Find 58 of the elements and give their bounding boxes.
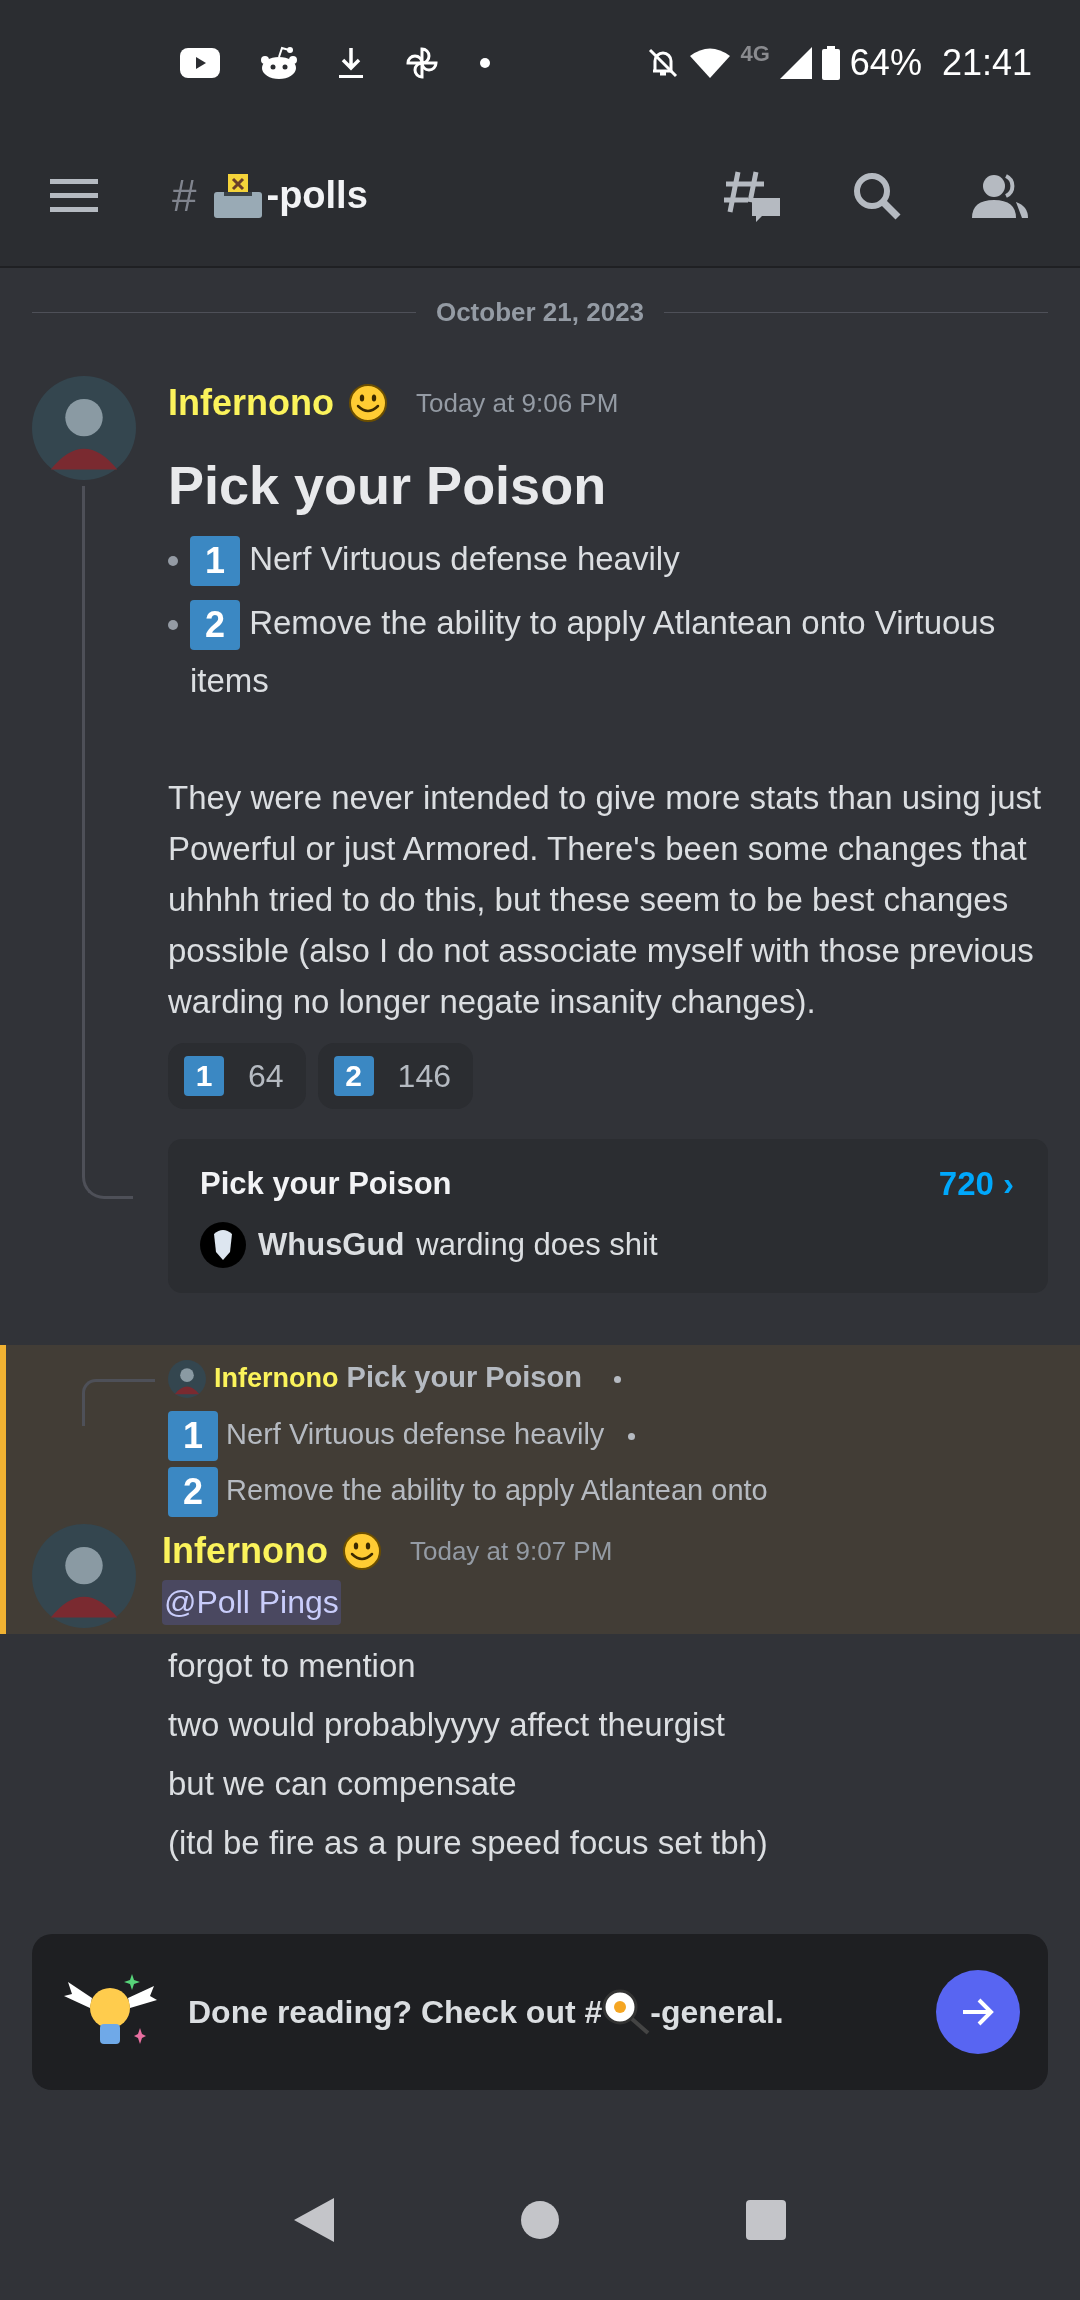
thread-message-count[interactable]: 720 › [938, 1165, 1014, 1203]
menu-icon[interactable] [50, 178, 98, 213]
network-type: 4G [740, 40, 770, 67]
avatar-icon [200, 1222, 246, 1268]
battery-icon [821, 45, 840, 80]
role-mention[interactable]: @Poll Pings [162, 1580, 341, 1625]
clock-time: 21:41 [941, 41, 1032, 84]
channel-name: -polls [266, 174, 368, 217]
bullet-icon [628, 1432, 636, 1440]
prompt-text: -general. [650, 1993, 784, 2031]
bullet-icon [613, 1375, 621, 1383]
poll-option: 1 Nerf Virtuous defense heavily [190, 530, 680, 588]
timestamp: Today at 9:06 PM [416, 387, 619, 419]
smiley-emoji-icon [342, 1531, 382, 1571]
reply-author[interactable]: Infernono [214, 1363, 339, 1393]
bullet-icon [168, 620, 178, 630]
home-icon[interactable] [521, 2201, 559, 2239]
arrow-right-icon [961, 1997, 995, 2027]
ballot-box-icon [214, 173, 263, 218]
prompt-text: Done reading? Check out # [188, 1993, 603, 2031]
search-icon[interactable] [852, 170, 902, 221]
author-name[interactable]: Infernono [162, 1530, 328, 1572]
dot-icon [480, 57, 490, 68]
smiley-emoji-icon [348, 383, 388, 423]
reply-title: Pick your Poison [346, 1361, 582, 1393]
reaction-chip[interactable]: 1 64 [168, 1043, 306, 1109]
signal-icon [779, 46, 812, 79]
message-text: two would probablyyyy affect theurgist [168, 1705, 727, 1745]
reply-option: 2 Remove the ability to apply Atlantean onto [168, 1462, 768, 1518]
avatar-icon[interactable] [32, 376, 136, 480]
message-text: They were never intended to give more stats than using just Powerful or just Armored. There's been some changes that uhhhh tried to do this, but these seem to be best changes possible (also I do not associate myself with those previous warding no longer negate insanity changes). [168, 778, 1043, 1022]
back-icon[interactable] [293, 2198, 334, 2242]
avatar-icon [168, 1360, 206, 1399]
channel-hash: # [172, 170, 197, 221]
message-text: but we can compensate [168, 1764, 518, 1804]
recents-icon[interactable] [746, 2200, 787, 2240]
reaction-chip[interactable]: 2 146 [317, 1043, 473, 1109]
thread-card[interactable]: Pick your Poison 720 › WhusGud warding does shit [168, 1139, 1048, 1293]
date-divider: October 21, 2023 [435, 296, 645, 328]
message-text: forgot to mention [168, 1646, 417, 1686]
message-text: (itd be fire as a pure speed focus set tbh) [168, 1823, 769, 1863]
alien-app-icon [260, 45, 298, 80]
reply-option: 1 Nerf Virtuous defense heavily [168, 1406, 605, 1462]
poll-option: 2 Remove the ability to apply Atlantean onto Virtuous items [190, 594, 1048, 710]
avatar-icon[interactable] [32, 1524, 136, 1628]
poll-title: Pick your Poison [168, 454, 608, 516]
author-name[interactable]: Infernono [168, 382, 334, 424]
wifi-icon [690, 46, 731, 79]
download-icon [338, 45, 364, 80]
battery-percent: 64% [849, 41, 922, 84]
bullet-icon [168, 556, 178, 566]
frying-pan-icon [602, 1989, 651, 2035]
timestamp: Today at 9:07 PM [410, 1535, 613, 1567]
thread-last-author: WhusGud [258, 1227, 405, 1263]
thread-last-message: warding does shit [416, 1227, 658, 1263]
members-icon[interactable] [972, 173, 1028, 218]
thread-title: Pick your Poison [200, 1166, 452, 1202]
video-app-icon [180, 47, 220, 78]
